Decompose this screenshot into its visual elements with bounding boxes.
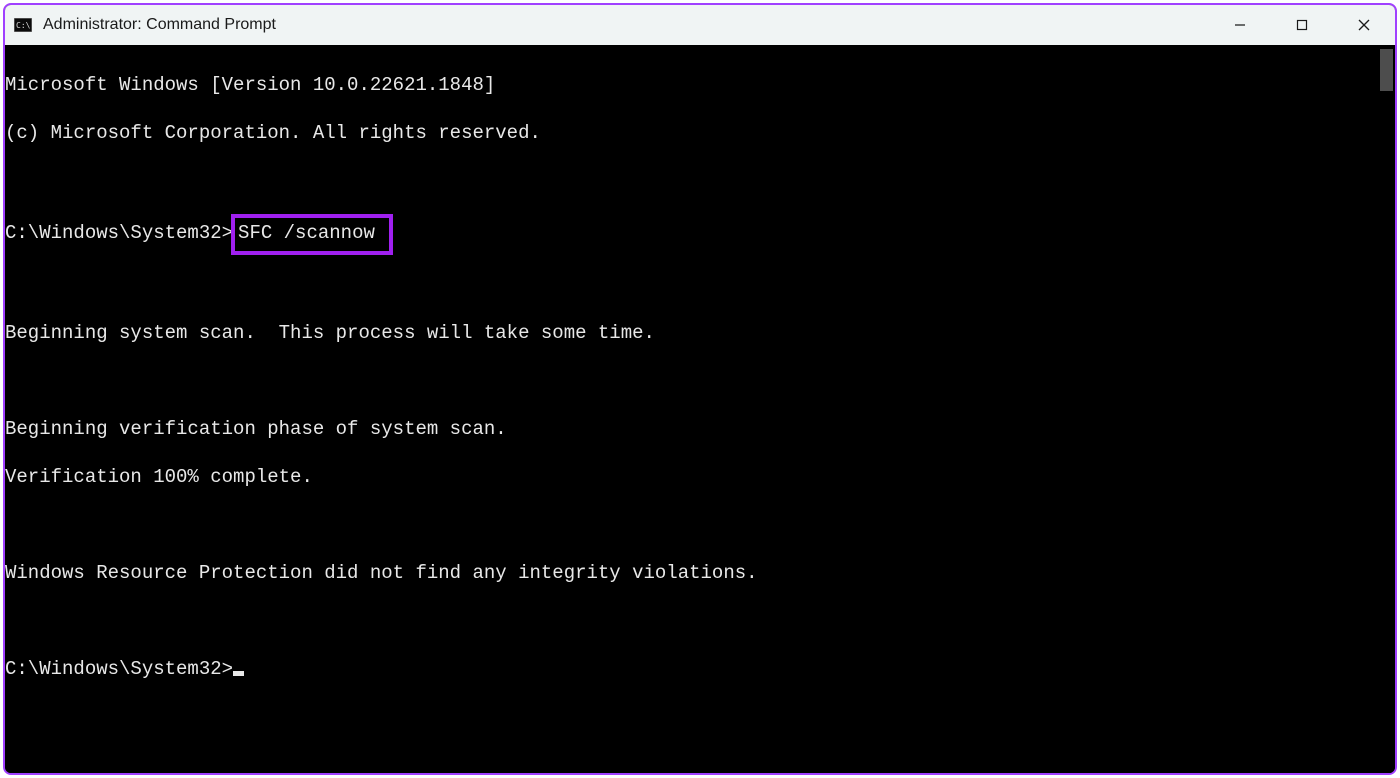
output-line-verify-done: Verification 100% complete.: [5, 465, 1377, 489]
window-controls: [1209, 5, 1395, 45]
blank-line: [5, 369, 1377, 393]
window-title: Administrator: Command Prompt: [43, 16, 276, 34]
output-line-scan-begin: Beginning system scan. This process will…: [5, 321, 1377, 345]
prompt-path: C:\Windows\System32>: [5, 658, 233, 680]
blank-line: [5, 513, 1377, 537]
command-text: SFC /scannow: [238, 222, 375, 244]
terminal-area[interactable]: Microsoft Windows [Version 10.0.22621.18…: [5, 45, 1395, 773]
output-line-result: Windows Resource Protection did not find…: [5, 561, 1377, 585]
svg-text:C:\: C:\: [16, 21, 31, 30]
maximize-button[interactable]: [1271, 5, 1333, 45]
close-icon: [1358, 19, 1370, 31]
maximize-icon: [1296, 19, 1308, 31]
output-line-verify-begin: Beginning verification phase of system s…: [5, 417, 1377, 441]
cmd-app-icon: C:\: [13, 15, 33, 35]
command-highlight: SFC /scannow: [231, 214, 393, 255]
blank-line: [5, 273, 1377, 297]
scrollbar-thumb[interactable]: [1380, 49, 1393, 91]
prompt-line-2: C:\Windows\System32>: [5, 657, 1377, 681]
prompt-path: C:\Windows\System32>: [5, 222, 233, 244]
prompt-line-1: C:\Windows\System32>SFC /scannow: [5, 217, 1377, 249]
titlebar[interactable]: C:\ Administrator: Command Prompt: [5, 5, 1395, 45]
minimize-button[interactable]: [1209, 5, 1271, 45]
output-line-copyright: (c) Microsoft Corporation. All rights re…: [5, 121, 1377, 145]
blank-line: [5, 169, 1377, 193]
terminal-content: Microsoft Windows [Version 10.0.22621.18…: [5, 45, 1377, 729]
close-button[interactable]: [1333, 5, 1395, 45]
output-line-version: Microsoft Windows [Version 10.0.22621.18…: [5, 73, 1377, 97]
minimize-icon: [1234, 19, 1246, 31]
vertical-scrollbar[interactable]: [1378, 45, 1395, 773]
command-prompt-window: C:\ Administrator: Command Prompt: [3, 3, 1397, 775]
text-cursor: [233, 671, 244, 676]
blank-line: [5, 609, 1377, 633]
